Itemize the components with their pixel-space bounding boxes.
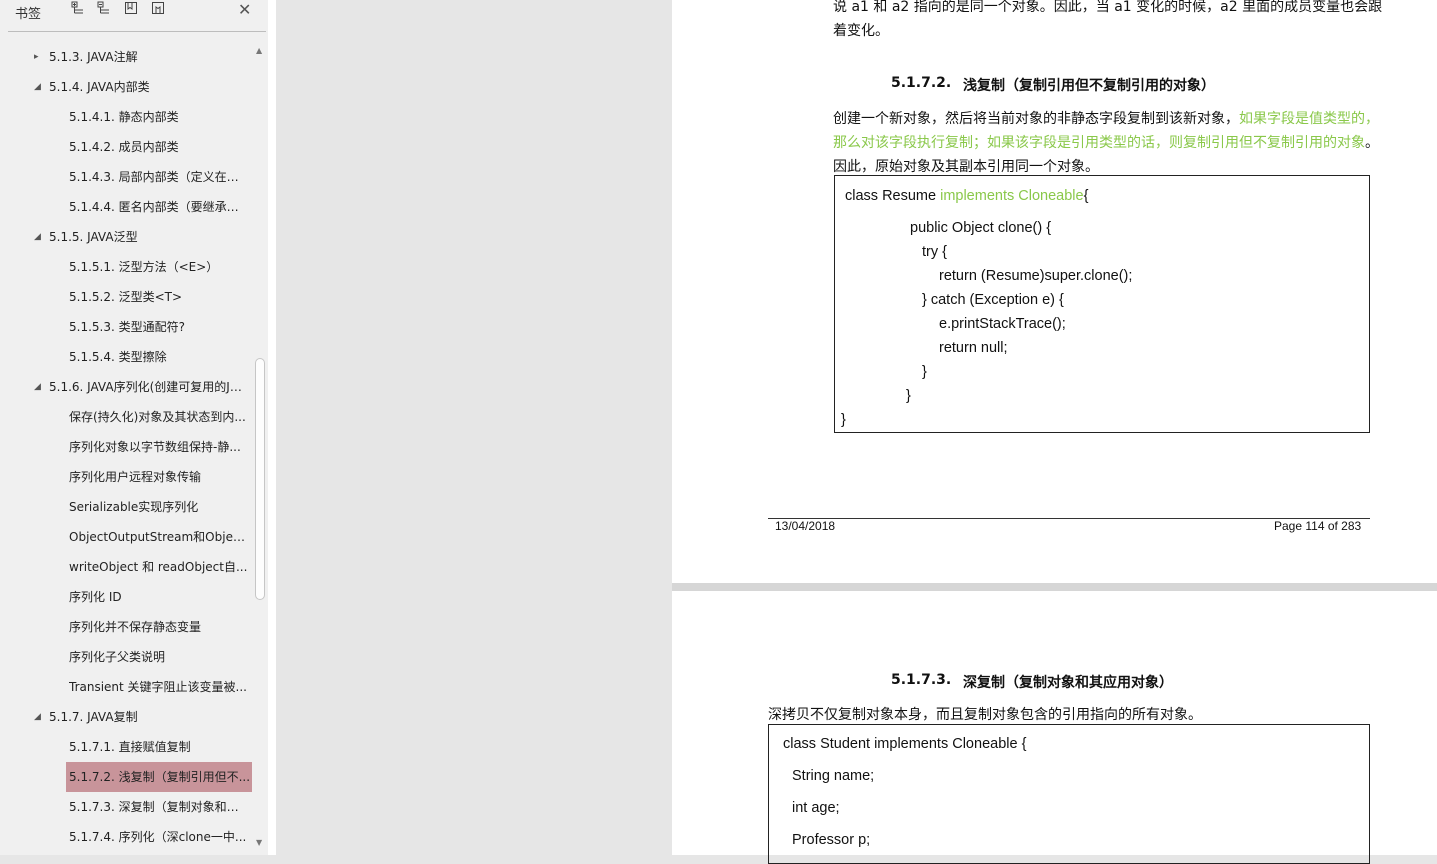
bookmark-item[interactable]: 序列化并不保存静态变量 [69, 612, 248, 642]
section-number: 5.1.7.2. [891, 75, 952, 91]
bookmark-item[interactable]: 序列化 ID [69, 582, 248, 612]
collapse-arrow-icon[interactable]: ◢ [34, 702, 41, 732]
bookmark-item[interactable]: 5.1.5.2. 泛型类<T> [69, 282, 248, 312]
footer-page-number: Page 114 of 283 [1274, 519, 1362, 533]
code-line: return (Resume)super.clone(); [939, 268, 1133, 284]
bookmark-item[interactable]: 5.1.5.4. 类型擦除 [69, 342, 248, 372]
bookmark-item[interactable]: 5.1.5. JAVA泛型 [49, 222, 248, 252]
body-text: 说 a1 和 a2 指向的是同一个对象。因此，当 a1 变化的时候，a2 里面的… [833, 0, 1383, 15]
collapse-arrow-icon[interactable]: ◢ [34, 222, 41, 252]
code-line: } [841, 412, 846, 428]
code-line: class Resume implements Cloneable{ [845, 188, 1089, 204]
code-line: return null; [939, 340, 1008, 356]
header-divider [8, 31, 266, 32]
bookmark-item[interactable]: 5.1.4.1. 静态内部类 [69, 102, 248, 132]
add-bookmark-icon[interactable] [123, 1, 139, 17]
code-line: public Object clone() { [910, 220, 1052, 236]
body-text: 创建一个新对象，然后将当前对象的非静态字段复制到该新对象，如果字段是值类型的， [833, 111, 1379, 127]
bookmark-item[interactable]: 5.1.7. JAVA复制 [49, 702, 248, 732]
bookmark-item[interactable]: 5.1.7.4. 序列化（深clone一中... [69, 822, 248, 852]
section-number: 5.1.7.3. [891, 672, 952, 688]
section-heading: 深复制（复制对象和其应用对象） [963, 675, 1173, 691]
bookmark-item[interactable]: 5.1.4.4. 匿名内部类（要继承一... [69, 192, 248, 222]
bookmark-item[interactable]: Serializable实现序列化 [69, 492, 248, 522]
code-line: Professor p; [792, 832, 871, 848]
bookmark-item[interactable]: 5.1.5.3. 类型通配符? [69, 312, 248, 342]
bookmark-item[interactable]: 5.1.4.2. 成员内部类 [69, 132, 248, 162]
bookmark-item[interactable]: Transient 关键字阻止该变量被... [69, 672, 248, 702]
scroll-down-icon[interactable]: ▼ [256, 838, 262, 847]
code-line: class Student implements Cloneable { [783, 736, 1027, 752]
collapse-arrow-icon[interactable]: ◢ [34, 72, 41, 102]
panel-title: 书签 [15, 7, 42, 22]
expand-all-icon[interactable] [70, 1, 86, 17]
code-line: String name; [792, 768, 875, 784]
panel-divider[interactable] [268, 0, 276, 855]
body-text: 因此，原始对象及其副本引用同一个对象。 [833, 159, 1099, 175]
code-line: e.printStackTrace(); [939, 316, 1066, 332]
bookmark-item[interactable]: 序列化子父类说明 [69, 642, 248, 672]
bookmark-options-icon[interactable] [150, 1, 166, 17]
scroll-up-icon[interactable]: ▲ [256, 46, 262, 55]
page-gap [672, 583, 1437, 591]
expand-arrow-icon[interactable]: ▸ [34, 42, 39, 72]
bookmark-item[interactable]: writeObject 和 readObject自... [69, 552, 248, 582]
bookmark-panel-header: 书签 ✕ [0, 0, 268, 30]
bookmark-item[interactable]: 5.1.6. JAVA序列化(创建可复用的Ja... [49, 372, 248, 402]
bookmark-item[interactable]: 保存(持久化)对象及其状态到内... [69, 402, 248, 432]
bookmark-item[interactable]: 序列化对象以字节数组保持-静... [69, 432, 248, 462]
bookmark-item[interactable]: ObjectOutputStream和Object... [69, 522, 248, 552]
bookmark-item[interactable]: 序列化用户远程对象传输 [69, 462, 248, 492]
code-line: try { [922, 244, 947, 260]
body-text: 深拷贝不仅复制对象本身，而且复制对象包含的引用指向的所有对象。 [768, 707, 1202, 723]
section-heading: 浅复制（复制引用但不复制引用的对象） [963, 78, 1215, 94]
code-line: } [922, 364, 927, 380]
bookmark-item[interactable]: 5.1.4. JAVA内部类 [49, 72, 248, 102]
code-line: } catch (Exception e) { [922, 292, 1064, 308]
close-icon[interactable]: ✕ [238, 0, 251, 19]
body-text: 那么对该字段执行复制；如果该字段是引用类型的话，则复制引用但不复制引用的对象。 [833, 135, 1379, 151]
code-line: int age; [792, 800, 840, 816]
bookmark-item[interactable]: 5.1.7.3. 深复制（复制对象和其... [69, 792, 248, 822]
body-text: 着变化。 [833, 23, 889, 39]
bookmark-item[interactable]: 5.1.3. JAVA注解 [49, 42, 248, 72]
bookmark-item[interactable]: 5.1.7.2. 浅复制（复制引用但不... [66, 762, 252, 792]
bookmark-item[interactable]: 5.1.4.3. 局部内部类（定义在方... [69, 162, 248, 192]
collapse-all-icon[interactable] [96, 1, 112, 17]
bookmark-item[interactable]: 5.1.7.1. 直接赋值复制 [69, 732, 248, 762]
code-block [834, 175, 1370, 433]
footer-date: 13/04/2018 [775, 519, 836, 533]
collapse-arrow-icon[interactable]: ◢ [34, 372, 41, 402]
scrollbar-thumb[interactable] [255, 358, 265, 600]
code-line: } [906, 388, 911, 404]
bookmark-tree: ▸ 5.1.3. JAVA注解 ◢ 5.1.4. JAVA内部类 5.1.4.1. 静态… [0, 42, 252, 855]
bookmark-item[interactable]: 5.1.5.1. 泛型方法（<E>） [69, 252, 248, 282]
bookmark-panel: 书签 ✕ ▸ 5.1.3. JAVA注解 ◢ 5.1.4. JAVA内部类 5.1.4.… [0, 0, 268, 855]
